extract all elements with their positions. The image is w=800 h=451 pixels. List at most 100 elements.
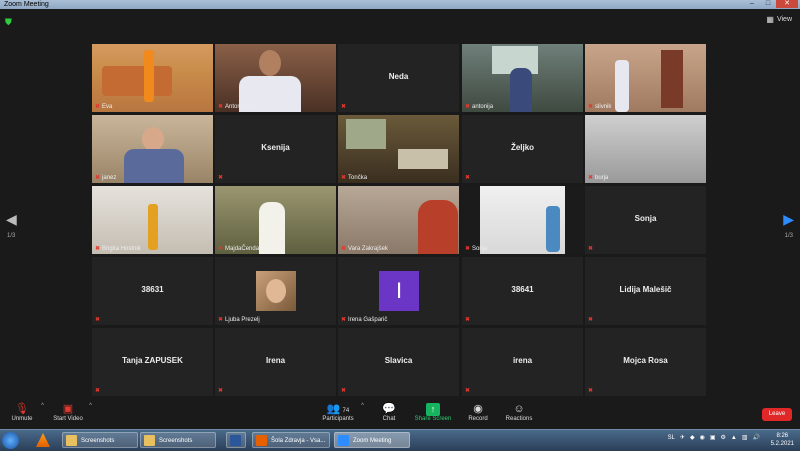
participants-button[interactable]: 👥 74 Participants ^	[320, 403, 364, 422]
page-indicator-left: 1/3	[7, 233, 16, 239]
participant-tile[interactable]: ✖ janez	[92, 115, 213, 183]
participant-tile[interactable]: 38641 ✖	[462, 257, 583, 325]
clock-date: 5.2.2021	[770, 441, 794, 447]
participant-name: Irena Gašparič	[348, 316, 388, 323]
video-options-chevron-icon[interactable]: ^	[89, 403, 92, 409]
muted-mic-icon: ✖	[341, 388, 347, 394]
start-button-icon[interactable]	[2, 432, 19, 449]
participant-tile[interactable]: ✖ Brigita Hostnik	[92, 186, 213, 254]
previous-page-arrow-icon[interactable]: ◀	[6, 211, 17, 228]
participant-tile[interactable]: Mojca Rosa ✖	[585, 328, 706, 396]
participant-tile[interactable]: Ksenija ✖	[215, 115, 336, 183]
chat-button[interactable]: 💬 Chat	[376, 403, 402, 422]
muted-mic-icon: ✖	[341, 317, 347, 323]
tray-icon[interactable]: ▲	[731, 435, 737, 441]
participant-tile[interactable]: ✖ burja	[585, 115, 706, 183]
participant-label: ✖	[465, 174, 470, 181]
participant-tile[interactable]: ✖ Eva	[92, 44, 213, 112]
participant-name-display: 38631	[141, 285, 164, 294]
record-button[interactable]: ◉ Record	[464, 403, 492, 422]
share-screen-icon: ↑	[426, 403, 440, 416]
participant-tile[interactable]: ✖ Ljuba Prezelj	[215, 257, 336, 325]
participant-name: Anton Cizej	[225, 103, 256, 110]
volume-icon[interactable]: 🔊	[753, 434, 760, 441]
participant-tile[interactable]: Slavica ✖	[338, 328, 459, 396]
participant-name: slivnik	[595, 103, 612, 110]
muted-mic-icon: ✖	[341, 175, 347, 181]
encryption-shield-icon[interactable]: ⛊	[5, 17, 12, 28]
tray-icon[interactable]: ◆	[690, 434, 695, 441]
participant-video	[585, 115, 706, 183]
taskbar-task[interactable]	[226, 432, 246, 448]
tray-icon[interactable]: ◉	[700, 434, 705, 441]
next-page-arrow-icon[interactable]: ▶	[783, 211, 794, 228]
muted-mic-icon: ✖	[218, 104, 224, 110]
participant-name: Sonja	[472, 245, 488, 252]
unmute-button[interactable]: 🎙 Unmute ^	[8, 403, 44, 422]
language-indicator[interactable]: SL	[668, 435, 675, 441]
tray-icon[interactable]: ▣	[710, 434, 716, 441]
participant-tile[interactable]: ✖ MajdaČendak	[215, 186, 336, 254]
taskbar-task-label: Zoom Meeting	[353, 438, 392, 444]
tray-icon[interactable]: ✈	[680, 434, 685, 441]
participant-tile[interactable]: I ✖ Irena Gašparič	[338, 257, 459, 325]
reactions-label: Reactions	[505, 416, 533, 422]
taskbar-task[interactable]: Zoom Meeting	[334, 432, 410, 448]
participant-label: ✖ Anton Cizej	[218, 103, 256, 111]
participant-tile[interactable]: irena ✖	[462, 328, 583, 396]
participant-video	[338, 115, 459, 183]
participant-video	[92, 186, 213, 254]
taskbar-task-label: Screenshots	[81, 438, 115, 444]
share-screen-button[interactable]: ↑ Share Screen	[414, 403, 452, 422]
network-icon[interactable]: ▥	[742, 434, 748, 441]
taskbar-task[interactable]: Šola Zdravja - Vsa...	[252, 432, 330, 448]
vlc-icon[interactable]	[36, 433, 50, 447]
participant-tile[interactable]: Tanja ZAPUSEK ✖	[92, 328, 213, 396]
participant-tile[interactable]: Irena ✖	[215, 328, 336, 396]
close-icon[interactable]: ✕	[776, 0, 798, 8]
participant-tile[interactable]: ✖ Sonja	[462, 186, 583, 254]
participant-tile[interactable]: ✖ Anton Cizej	[215, 44, 336, 112]
leave-button[interactable]: Leave	[762, 408, 792, 421]
view-button[interactable]: ▦ View	[766, 15, 792, 24]
maximize-icon[interactable]: □	[760, 0, 776, 8]
participant-name: Tončka	[348, 174, 368, 181]
participant-tile[interactable]: ✖ slivnik	[585, 44, 706, 112]
participant-label: ✖ Vara Zakrajšek	[341, 245, 388, 253]
clock-time: 8:26	[776, 433, 789, 439]
participant-label: ✖	[465, 316, 470, 323]
taskbar-task[interactable]: Screenshots	[140, 432, 216, 448]
reactions-button[interactable]: ☺ Reactions	[504, 403, 534, 422]
participant-tile[interactable]: Sonja ✖	[585, 186, 706, 254]
window-title: Zoom Meeting	[4, 1, 49, 8]
participant-label: ✖ Irena Gašparič	[341, 316, 388, 324]
folder-icon	[66, 435, 77, 446]
participant-tile[interactable]: Neda ✖	[338, 44, 459, 112]
participant-label: ✖	[218, 387, 223, 394]
clock[interactable]: 8:26 5.2.2021	[771, 432, 794, 448]
tray-icon[interactable]: ⚙	[721, 434, 726, 441]
participant-tile[interactable]: ✖ antonija	[462, 44, 583, 112]
muted-mic-icon: ✖	[218, 175, 224, 181]
participant-name-display: Ksenija	[261, 143, 290, 152]
folder-icon	[144, 435, 155, 446]
meeting-stage: ⛊ ▦ View ◀ ▶ 1/3 1/3 ✖ Eva ✖ Anton Cizej Ned…	[0, 9, 800, 399]
participant-label: ✖ Sonja	[465, 245, 488, 253]
start-video-button[interactable]: ▣ Start Video ^	[52, 403, 92, 422]
participant-tile[interactable]: 38631 ✖	[92, 257, 213, 325]
taskbar-task[interactable]: Screenshots	[62, 432, 138, 448]
participant-tile[interactable]: Lidija Malešič ✖	[585, 257, 706, 325]
participant-tile[interactable]: Željko ✖	[462, 115, 583, 183]
participant-label: ✖ Ljuba Prezelj	[218, 316, 260, 324]
participants-label: Participants	[322, 416, 354, 422]
audio-options-chevron-icon[interactable]: ^	[41, 403, 44, 409]
participant-tile[interactable]: ✖ Vara Zakrajšek	[338, 186, 459, 254]
muted-mic-icon: ✖	[465, 246, 471, 252]
participant-label: ✖ janez	[95, 174, 116, 182]
minimize-icon[interactable]: –	[744, 0, 760, 8]
participants-chevron-icon[interactable]: ^	[361, 403, 364, 409]
muted-mic-icon: ✖	[588, 104, 594, 110]
participant-tile[interactable]: ✖ Tončka	[338, 115, 459, 183]
participant-video	[215, 186, 336, 254]
participant-name-display: Slavica	[384, 356, 413, 365]
